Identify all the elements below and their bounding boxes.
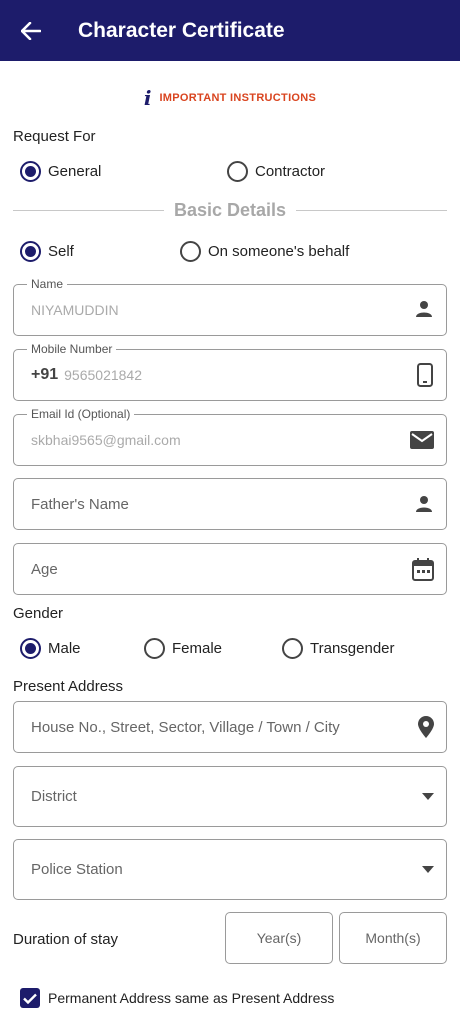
father-name-placeholder: Father's Name bbox=[31, 496, 129, 513]
name-field[interactable]: Name NIYAMUDDIN bbox=[13, 277, 447, 336]
radio-label: Transgender bbox=[310, 640, 395, 657]
radio-general[interactable]: General bbox=[20, 161, 101, 182]
important-instructions-link[interactable]: i IMPORTANT INSTRUCTIONS bbox=[0, 88, 460, 108]
calendar-icon[interactable] bbox=[412, 557, 434, 581]
radio-label: On someone's behalf bbox=[208, 243, 350, 260]
age-placeholder: Age bbox=[31, 561, 58, 578]
country-code-prefix: +91 bbox=[31, 366, 59, 383]
check-icon bbox=[20, 988, 40, 1008]
police-station-dropdown[interactable]: Police Station bbox=[13, 839, 447, 900]
email-value: skbhai9565@gmail.com bbox=[31, 432, 181, 448]
person-icon bbox=[414, 299, 434, 319]
email-field[interactable]: Email Id (Optional) skbhai9565@gmail.com bbox=[13, 407, 447, 466]
back-button[interactable] bbox=[0, 0, 62, 61]
years-input[interactable]: Year(s) bbox=[225, 912, 333, 964]
police-station-placeholder: Police Station bbox=[31, 861, 123, 878]
duration-of-stay-label: Duration of stay bbox=[13, 931, 119, 948]
father-name-field[interactable]: Father's Name bbox=[13, 478, 447, 530]
mail-icon bbox=[410, 431, 434, 449]
radio-male[interactable]: Male bbox=[20, 638, 81, 659]
radio-self[interactable]: Self bbox=[20, 241, 74, 262]
arrow-left-icon bbox=[21, 21, 41, 40]
radio-label: Female bbox=[172, 640, 223, 657]
radio-indicator bbox=[144, 638, 165, 659]
chevron-down-icon bbox=[422, 793, 434, 800]
location-pin-icon[interactable] bbox=[418, 716, 434, 738]
important-instructions-label: IMPORTANT INSTRUCTIONS bbox=[159, 92, 317, 104]
radio-label: General bbox=[48, 163, 102, 180]
radio-contractor[interactable]: Contractor bbox=[227, 161, 325, 182]
radio-indicator bbox=[227, 161, 248, 182]
mobile-value: 9565021842 bbox=[64, 367, 143, 383]
address-placeholder: House No., Street, Sector, Village / Tow… bbox=[31, 719, 340, 736]
months-input[interactable]: Month(s) bbox=[339, 912, 447, 964]
radio-label: Self bbox=[48, 243, 74, 260]
name-field-label: Name bbox=[27, 277, 68, 291]
phone-icon bbox=[416, 363, 434, 387]
age-field[interactable]: Age bbox=[13, 543, 447, 595]
basic-details-title: Basic Details bbox=[173, 200, 287, 220]
gender-label: Gender bbox=[13, 605, 64, 622]
radio-indicator bbox=[282, 638, 303, 659]
radio-on-behalf[interactable]: On someone's behalf bbox=[180, 241, 349, 262]
mobile-number-label: Mobile Number bbox=[27, 342, 117, 356]
radio-female[interactable]: Female bbox=[144, 638, 222, 659]
radio-transgender[interactable]: Transgender bbox=[282, 638, 395, 659]
radio-label: Contractor bbox=[255, 163, 326, 180]
radio-indicator bbox=[180, 241, 201, 262]
chevron-down-icon bbox=[422, 866, 434, 873]
radio-label: Male bbox=[48, 640, 81, 657]
present-address-label: Present Address bbox=[13, 678, 124, 695]
info-icon: i bbox=[143, 86, 152, 110]
mobile-value-group: +91 9565021842 bbox=[31, 366, 142, 384]
radio-indicator bbox=[20, 241, 41, 262]
basic-details-divider: Basic Details bbox=[13, 200, 447, 221]
email-field-label: Email Id (Optional) bbox=[27, 407, 135, 421]
permanent-same-label: Permanent Address same as Present Addres… bbox=[48, 990, 335, 1006]
mobile-number-field[interactable]: Mobile Number +91 9565021842 bbox=[13, 342, 447, 401]
district-dropdown[interactable]: District bbox=[13, 766, 447, 827]
permanent-same-checkbox[interactable]: Permanent Address same as Present Addres… bbox=[20, 988, 334, 1008]
page-title: Character Certificate bbox=[78, 18, 285, 42]
app-bar: Character Certificate bbox=[0, 0, 460, 61]
district-placeholder: District bbox=[31, 788, 77, 805]
name-value: NIYAMUDDIN bbox=[31, 302, 119, 318]
person-icon bbox=[414, 494, 434, 514]
radio-indicator bbox=[20, 638, 41, 659]
radio-indicator bbox=[20, 161, 41, 182]
request-for-label: Request For bbox=[13, 128, 96, 145]
address-field[interactable]: House No., Street, Sector, Village / Tow… bbox=[13, 701, 447, 753]
